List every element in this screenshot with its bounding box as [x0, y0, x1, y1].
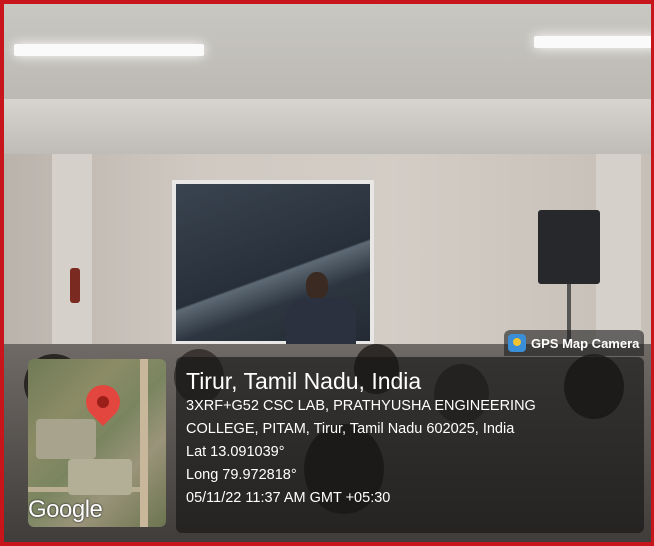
- latitude: Lat 13.091039°: [186, 444, 285, 460]
- gps-map-camera-badge: GPS Map Camera: [504, 330, 644, 356]
- fire-extinguisher: [70, 268, 80, 303]
- map-pin-icon: [78, 377, 128, 427]
- longitude: Long 79.972818°: [186, 467, 297, 483]
- speaker: [538, 210, 600, 284]
- timestamp: 05/11/22 11:37 AM GMT +05:30: [186, 490, 391, 506]
- address-line-1: 3XRF+G52 CSC LAB, PRATHYUSHA ENGINEERING: [186, 398, 536, 414]
- ceiling-beam: [4, 99, 651, 154]
- ceiling-light-right: [534, 36, 651, 48]
- location-info-panel: Tirur, Tamil Nadu, India 3XRF+G52 CSC LA…: [176, 357, 644, 533]
- google-logo: Google: [28, 496, 103, 523]
- gps-map-camera-icon: [508, 334, 526, 352]
- pillar-left: [52, 154, 92, 364]
- place-name: Tirur, Tamil Nadu, India: [186, 368, 422, 394]
- ceiling-light-left: [14, 44, 204, 56]
- map-road: [140, 359, 148, 527]
- address-line-2: COLLEGE, PITAM, Tirur, Tamil Nadu 602025…: [186, 421, 515, 437]
- app-name: GPS Map Camera: [531, 335, 640, 351]
- photo-frame: GPS Map Camera Google Tirur, Tamil Nadu,…: [0, 0, 654, 546]
